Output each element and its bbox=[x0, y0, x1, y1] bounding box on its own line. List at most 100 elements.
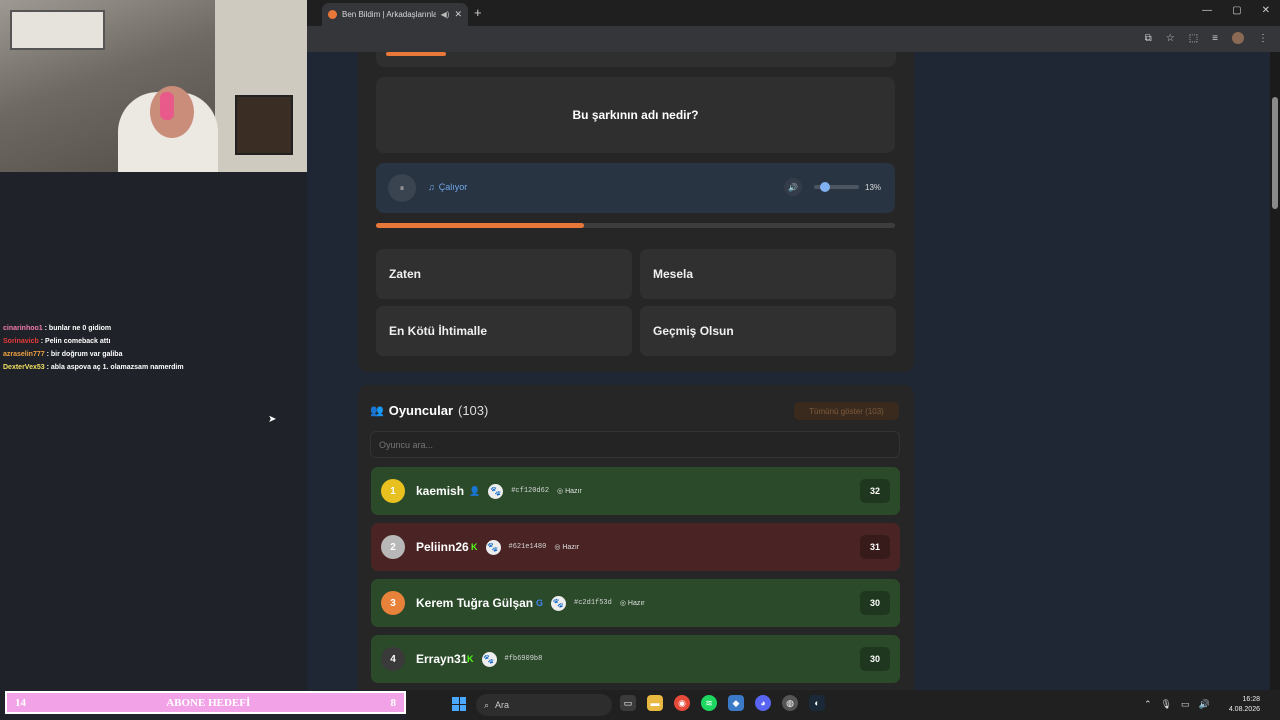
obs-icon[interactable]: ◍ bbox=[782, 695, 798, 711]
kick-icon: K bbox=[471, 542, 478, 552]
player-name: Kerem Tuğra Gülşan bbox=[416, 596, 534, 610]
players-title: Oyuncular bbox=[388, 403, 453, 418]
scrollbar-thumb[interactable] bbox=[1272, 97, 1278, 209]
player-name: Peliinn26 bbox=[416, 540, 469, 554]
new-tab-button[interactable]: + bbox=[474, 5, 482, 20]
display-icon[interactable]: ▭ bbox=[1181, 699, 1190, 710]
volume-percent: 13% bbox=[865, 183, 882, 192]
clock-date: 4.08.2026 bbox=[1228, 706, 1260, 713]
speaker-icon[interactable]: 🔊 bbox=[1199, 699, 1210, 710]
goal-label: ABONE HEDEFİ bbox=[166, 696, 251, 709]
taskbar-clock[interactable]: 16:28 4.08.2026 bbox=[1220, 695, 1260, 715]
pause-button[interactable]: ⏸ bbox=[388, 174, 416, 202]
playing-label: Çalıyor bbox=[438, 182, 468, 192]
file-explorer-icon[interactable]: ▬ bbox=[647, 695, 663, 711]
chrome-icon[interactable]: ◉ bbox=[674, 695, 690, 711]
chat-message: cinarinhoo1 : bunlar ne 0 gidiom bbox=[3, 325, 112, 332]
ready-label: Hazır bbox=[627, 600, 645, 607]
spotify-icon[interactable]: ≋ bbox=[701, 695, 717, 711]
avatar-icon: 🐾 bbox=[485, 539, 501, 555]
menu-kebab-icon[interactable]: ⋮ bbox=[1258, 33, 1268, 44]
microphone-icon[interactable]: 🎙 bbox=[1161, 699, 1172, 710]
player-score: 31 bbox=[860, 535, 890, 559]
stream-overlay-area bbox=[0, 172, 307, 690]
clock-time: 16:28 bbox=[1242, 696, 1260, 703]
player-name: kaemish bbox=[416, 484, 465, 498]
player-meta: K 🐾 #621e1480 ◎ Hazır bbox=[471, 539, 580, 555]
answer-option-1[interactable]: Zaten bbox=[376, 249, 632, 299]
steam-icon[interactable]: ◐ bbox=[809, 695, 825, 711]
chat-text: Pelin comeback attı bbox=[45, 338, 111, 345]
stream-chat: cinarinhoo1 : bunlar ne 0 gidiom Sorinav… bbox=[3, 322, 303, 374]
show-all-button[interactable]: Tümünü göster (103) bbox=[794, 402, 899, 420]
playing-status: ♫ Çalıyor bbox=[428, 182, 467, 192]
chat-user: DexterVex53 bbox=[3, 364, 45, 371]
player-score: 30 bbox=[860, 591, 890, 615]
goal-target: 8 bbox=[390, 696, 396, 709]
ready-label: Hazır bbox=[565, 488, 582, 495]
chat-text: abla aspova aç 1. olamazsam namerdim bbox=[50, 364, 184, 371]
tray-chevron-icon[interactable]: ⌃ bbox=[1144, 699, 1152, 710]
player-row-4: 4 Errayn31 K 🐾 #fb6909b8 30 bbox=[371, 635, 900, 683]
answer-option-2[interactable]: Mesela bbox=[640, 249, 896, 299]
chat-user: cinarinhoo1 bbox=[3, 325, 43, 332]
chat-text: bir doğrum var galiba bbox=[50, 351, 123, 358]
window-controls: — ▢ ✕ bbox=[1202, 5, 1270, 16]
quiz-top-strip bbox=[376, 52, 896, 67]
tab-favicon-icon bbox=[328, 10, 337, 19]
taskbar-search[interactable]: ⌕ Ara bbox=[476, 694, 612, 716]
close-window-button[interactable]: ✕ bbox=[1262, 5, 1270, 16]
volume-slider-knob[interactable] bbox=[819, 182, 830, 192]
subscriber-goal-bar: 14 ABONE HEDEFİ 8 bbox=[5, 691, 406, 714]
player-search[interactable] bbox=[370, 431, 900, 458]
players-count: (103) bbox=[458, 403, 489, 418]
rank-badge: 4 bbox=[381, 647, 405, 671]
avatar-icon: 🐾 bbox=[481, 651, 497, 667]
user-icon: 👤 bbox=[469, 485, 481, 496]
google-icon: G bbox=[536, 598, 544, 608]
taskbar-search-label: Ara bbox=[495, 700, 510, 710]
profile-avatar[interactable] bbox=[1232, 32, 1244, 44]
discord-icon[interactable]: ◕ bbox=[755, 695, 771, 711]
users-icon: 👥 bbox=[370, 405, 384, 417]
system-tray: ⌃ 🎙 ▭ 🔊 bbox=[1144, 699, 1210, 710]
browser-tab[interactable]: Ben Bildim | Arkadaşlarınla ◀) ✕ bbox=[322, 3, 468, 26]
media-icon[interactable]: ≡ bbox=[1212, 33, 1218, 44]
chat-user: Sorinavicb bbox=[3, 338, 39, 345]
chat-message: DexterVex53 : abla aspova aç 1. olamazsa… bbox=[3, 364, 184, 371]
avatar-icon: 🐾 bbox=[488, 483, 504, 499]
player-meta: K 🐾 #fb6909b8 bbox=[467, 651, 543, 667]
webcam-feed bbox=[0, 0, 307, 172]
player-score: 30 bbox=[860, 647, 890, 671]
player-meta: 👤 🐾 #cf120d62 ◎ Hazır bbox=[469, 483, 582, 499]
player-hash: #cf120d62 bbox=[511, 487, 550, 495]
goal-current: 14 bbox=[15, 696, 26, 709]
player-row-1: 1 kaemish 👤 🐾 #cf120d62 ◎ Hazır 32 bbox=[371, 467, 900, 515]
ready-status: ◎ Hazır bbox=[554, 544, 580, 551]
chat-message: azraselin777 : bir doğrum var galiba bbox=[3, 351, 123, 358]
answer-option-3[interactable]: En Kötü İhtimalle bbox=[376, 306, 632, 356]
volume-icon[interactable]: 🔊 bbox=[784, 178, 802, 196]
task-view-icon[interactable]: ▭ bbox=[620, 695, 636, 711]
search-icon: ⌕ bbox=[484, 699, 490, 710]
rank-badge: 3 bbox=[381, 591, 405, 615]
app-icon[interactable]: ◆ bbox=[728, 695, 744, 711]
extensions-icon[interactable]: ⬚ bbox=[1189, 33, 1198, 44]
tab-audio-icon[interactable]: ◀) bbox=[441, 10, 450, 19]
cast-icon[interactable]: ⧉ bbox=[1145, 33, 1152, 44]
ready-label: Hazır bbox=[562, 544, 580, 551]
bookmark-star-icon[interactable]: ☆ bbox=[1166, 33, 1175, 44]
player-row-2: 2 Peliinn26 K 🐾 #621e1480 ◎ Hazır 31 bbox=[371, 523, 900, 571]
taskbar-apps: ▭ ▬ ◉ ≋ ◆ ◕ ◍ ◐ bbox=[620, 695, 825, 711]
start-button[interactable] bbox=[452, 697, 466, 711]
maximize-button[interactable]: ▢ bbox=[1232, 5, 1241, 16]
player-search-input[interactable] bbox=[379, 439, 899, 450]
tab-close-button[interactable]: ✕ bbox=[454, 9, 462, 20]
answer-option-4[interactable]: Geçmiş Olsun bbox=[640, 306, 896, 356]
minimize-button[interactable]: — bbox=[1202, 5, 1212, 16]
player-hash: #c2d1f53d bbox=[574, 599, 612, 607]
players-header: 👥 Oyuncular (103) bbox=[370, 403, 488, 418]
player-hash: #fb6909b8 bbox=[504, 655, 543, 663]
player-score: 32 bbox=[860, 479, 890, 503]
player-hash: #621e1480 bbox=[508, 543, 547, 551]
